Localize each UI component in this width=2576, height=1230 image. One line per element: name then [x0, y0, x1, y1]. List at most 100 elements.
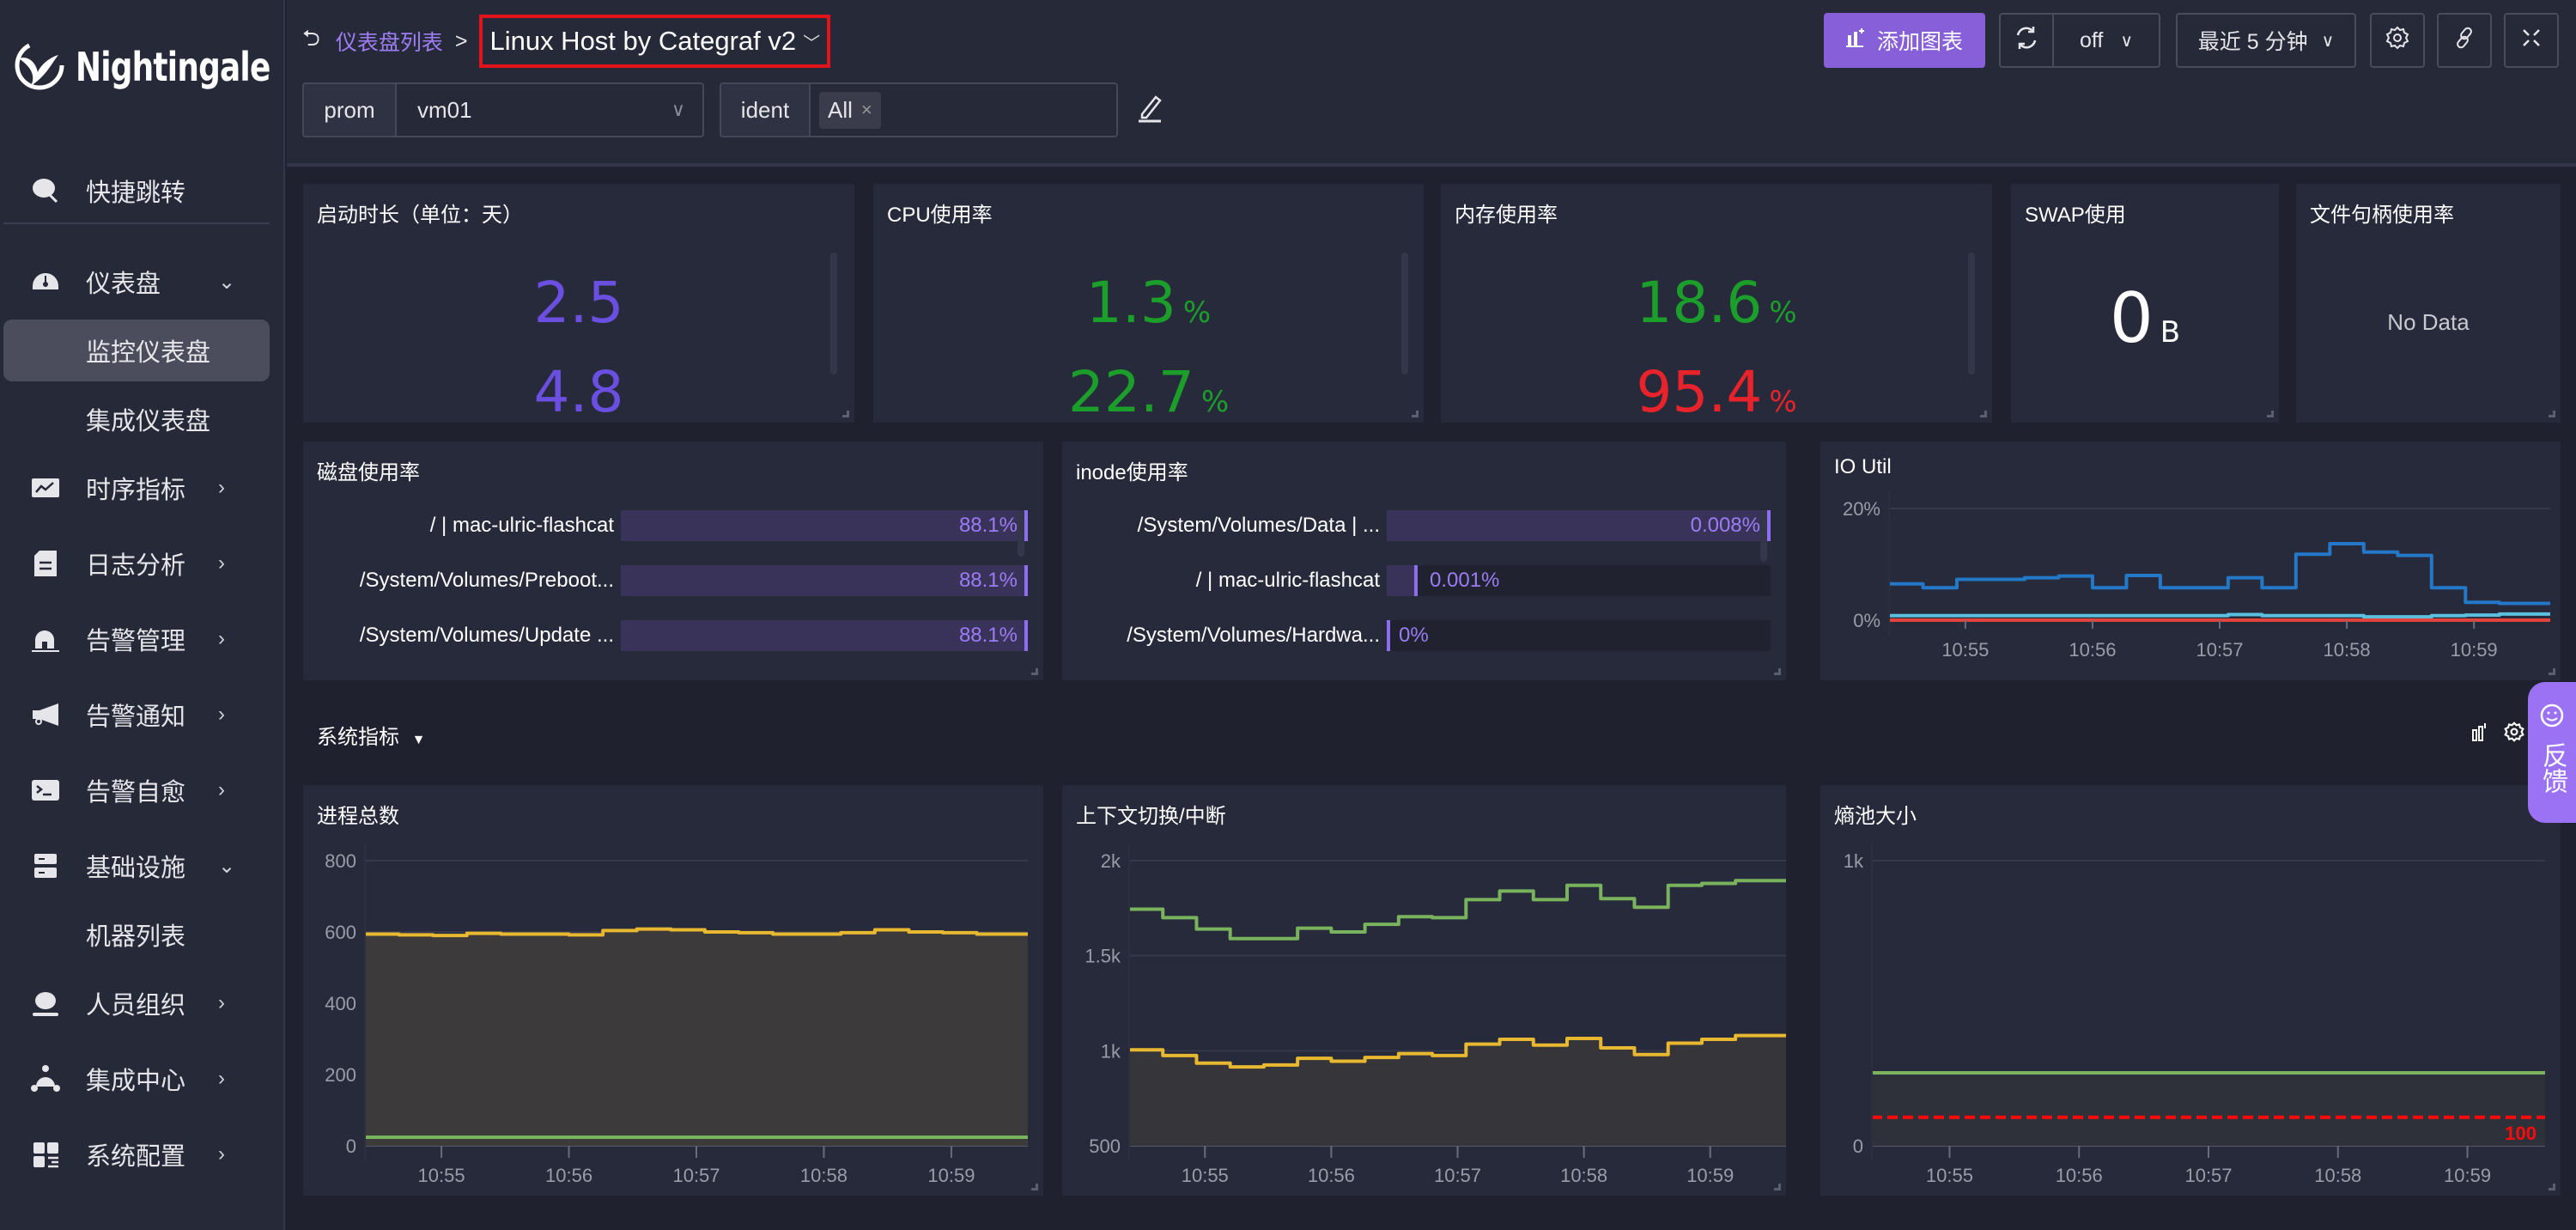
- sidebar-item-alert-notify[interactable]: 告警通知 ›: [3, 684, 270, 746]
- chevron-down-icon: ⌄: [218, 854, 236, 878]
- resize-handle[interactable]: [1774, 1184, 1781, 1190]
- resize-handle[interactable]: [842, 411, 849, 417]
- breadcrumb-dashboard-list-link[interactable]: 仪表盘列表: [336, 26, 443, 57]
- add-chart-icon[interactable]: [2471, 722, 2488, 746]
- logo[interactable]: Nightingale: [12, 33, 325, 101]
- panel-scrollbar[interactable]: [1760, 510, 1767, 562]
- sidebar-item-label: 时序指标: [86, 477, 186, 504]
- panel-scrollbar[interactable]: [1401, 253, 1408, 374]
- ident-select[interactable]: All ×: [811, 82, 1118, 137]
- sidebar-item-quick-jump[interactable]: 快捷跳转: [3, 160, 270, 222]
- dashboard-title-select[interactable]: Linux Host by Categraf v2 ﹀: [479, 15, 831, 68]
- y-tick-label: 20%: [1843, 498, 1880, 520]
- x-tick-label: 10:56: [545, 1165, 592, 1186]
- chevron-down-icon: ∨: [2321, 31, 2335, 51]
- stat-panel-swap: SWAP使用 0B: [2011, 184, 2279, 423]
- tag-close-icon[interactable]: ×: [861, 99, 872, 121]
- sidebar-item-label: 快捷跳转: [86, 180, 186, 207]
- fullscreen-button[interactable]: [2504, 13, 2559, 68]
- sidebar-item-integration-dashboard[interactable]: 集成仪表盘: [3, 388, 270, 450]
- back-icon[interactable]: ⮌: [302, 22, 320, 60]
- datasource-select[interactable]: vm01 ∨: [397, 82, 704, 137]
- resize-handle[interactable]: [1031, 1184, 1038, 1190]
- context-switch-chart[interactable]: 500 1k 1.5k 2k 10:55 10:56 10:57 10:58 10:59: [1062, 785, 1786, 1196]
- section-title[interactable]: 系统指标 ▼: [317, 720, 426, 750]
- refresh-icon: [2014, 25, 2038, 57]
- share-link-button[interactable]: [2437, 13, 2492, 68]
- sidebar-item-system-config[interactable]: 系统配置 ›: [3, 1123, 270, 1185]
- stat-unit: %: [1200, 385, 1230, 412]
- bar-gauge-label: /System/Volumes/Update ...: [359, 624, 614, 647]
- sidebar-item-alert-management[interactable]: 告警管理 ›: [3, 608, 270, 670]
- edit-variables-icon[interactable]: [1135, 94, 1164, 127]
- bar-gauge-cap: [1024, 620, 1028, 651]
- bar-gauge-track: 88.1%: [621, 565, 1028, 596]
- series-area-total: [365, 929, 1028, 1146]
- chevron-right-icon: ›: [218, 551, 225, 575]
- entropy-chart[interactable]: 0 1k 100 10:55 10:56 10:57 10:58 10:59: [1820, 785, 2561, 1196]
- panel-scrollbar[interactable]: [1018, 510, 1024, 557]
- sidebar-item-infrastructure[interactable]: 基础设施 ⌄: [3, 835, 270, 897]
- y-tick-label: 0%: [1853, 610, 1880, 631]
- series-line-context_switches: [1129, 879, 1786, 941]
- sidebar-item-alert-self-heal[interactable]: 告警自愈 ›: [3, 759, 270, 821]
- stat-value: 95.4%: [1441, 359, 1992, 412]
- stat-number: 95.4: [1636, 359, 1763, 412]
- panel-scrollbar[interactable]: [830, 253, 837, 374]
- sidebar-item-integration-center[interactable]: 集成中心 ›: [3, 1048, 270, 1110]
- bar-gauge-row: /System/Volumes/Hardwa... 0%: [1062, 620, 1786, 651]
- x-tick-label: 10:58: [2314, 1165, 2361, 1186]
- bar-panel-disk: 磁盘使用率 / | mac-ulric-flashcat 88.1%/System…: [303, 441, 1043, 680]
- nightingale-bird-icon: [12, 38, 67, 97]
- sidebar-item-machine-list[interactable]: 机器列表: [3, 904, 270, 965]
- processes-chart[interactable]: 0 200 400 600 800 10:55 10:56 10:57 10:58 10:59: [303, 785, 1043, 1196]
- section-title-text: 系统指标: [317, 726, 399, 749]
- sidebar-item-label: 告警自愈: [86, 779, 186, 807]
- refresh-button[interactable]: [1999, 13, 2054, 68]
- x-tick-label: 10:59: [2444, 1165, 2491, 1186]
- sidebar-item-logs[interactable]: 日志分析 ›: [3, 533, 270, 594]
- stat-number: 22.7: [1067, 359, 1194, 412]
- ident-tag-label: All: [828, 96, 853, 123]
- resize-handle[interactable]: [1031, 668, 1038, 675]
- sidebar-item-monitor-dashboard[interactable]: 监控仪表盘: [3, 320, 270, 381]
- resize-handle[interactable]: [2549, 1184, 2555, 1190]
- panel-title: 内存使用率: [1455, 204, 1558, 227]
- feedback-button[interactable]: 反馈: [2528, 682, 2576, 823]
- x-tick-label: 10:55: [1182, 1165, 1229, 1186]
- y-tick-label: 800: [325, 850, 356, 872]
- gear-icon[interactable]: [2504, 722, 2524, 746]
- x-tick-label: 10:57: [672, 1165, 720, 1186]
- stat-unit: %: [1769, 295, 1797, 330]
- datasource-label: prom: [302, 82, 397, 137]
- series-line-disk-b: [1889, 612, 2550, 619]
- resize-handle[interactable]: [1980, 411, 1987, 417]
- app-root: Nightingale 快捷跳转 仪表盘 ⌄ 监控仪表盘 集成仪表盘 时序指标 …: [0, 0, 2576, 1230]
- add-chart-button[interactable]: 添加图表: [1824, 13, 1985, 68]
- stat-unit: B: [2160, 315, 2181, 350]
- stat-number: 2.5: [533, 270, 624, 336]
- resize-handle[interactable]: [1412, 411, 1419, 417]
- x-tick-label: 10:58: [1560, 1165, 1607, 1186]
- settings-grid-icon: [31, 1140, 60, 1169]
- resize-handle[interactable]: [2549, 668, 2555, 675]
- y-tick-label: 1k: [1101, 1040, 1121, 1062]
- panel-scrollbar[interactable]: [1968, 253, 1975, 374]
- sidebar-item-label: 集成仪表盘: [86, 408, 211, 435]
- user-icon: [31, 989, 60, 1018]
- resize-handle[interactable]: [1774, 668, 1781, 675]
- bar-gauge-value: 88.1%: [958, 514, 1018, 537]
- dashboard-settings-button[interactable]: [2370, 13, 2425, 68]
- io-util-chart[interactable]: 0% 20% 10:55 10:56 10:57 10:58 10:59: [1820, 441, 2561, 680]
- refresh-interval-select[interactable]: off ∨: [2054, 13, 2160, 68]
- resize-handle[interactable]: [2549, 411, 2555, 417]
- sidebar-item-dashboard[interactable]: 仪表盘 ⌄: [3, 251, 270, 313]
- time-range-select[interactable]: 最近 5 分钟 ∨: [2176, 13, 2356, 68]
- sidebar-item-metrics[interactable]: 时序指标 ›: [3, 457, 270, 519]
- resize-handle[interactable]: [2267, 411, 2274, 417]
- chevron-right-icon: ›: [218, 1067, 225, 1090]
- bar-gauge-cap: [1024, 510, 1028, 541]
- x-tick-label: 10:59: [1686, 1165, 1734, 1186]
- x-tick-label: 10:57: [2196, 639, 2243, 661]
- sidebar-item-people[interactable]: 人员组织 ›: [3, 972, 270, 1034]
